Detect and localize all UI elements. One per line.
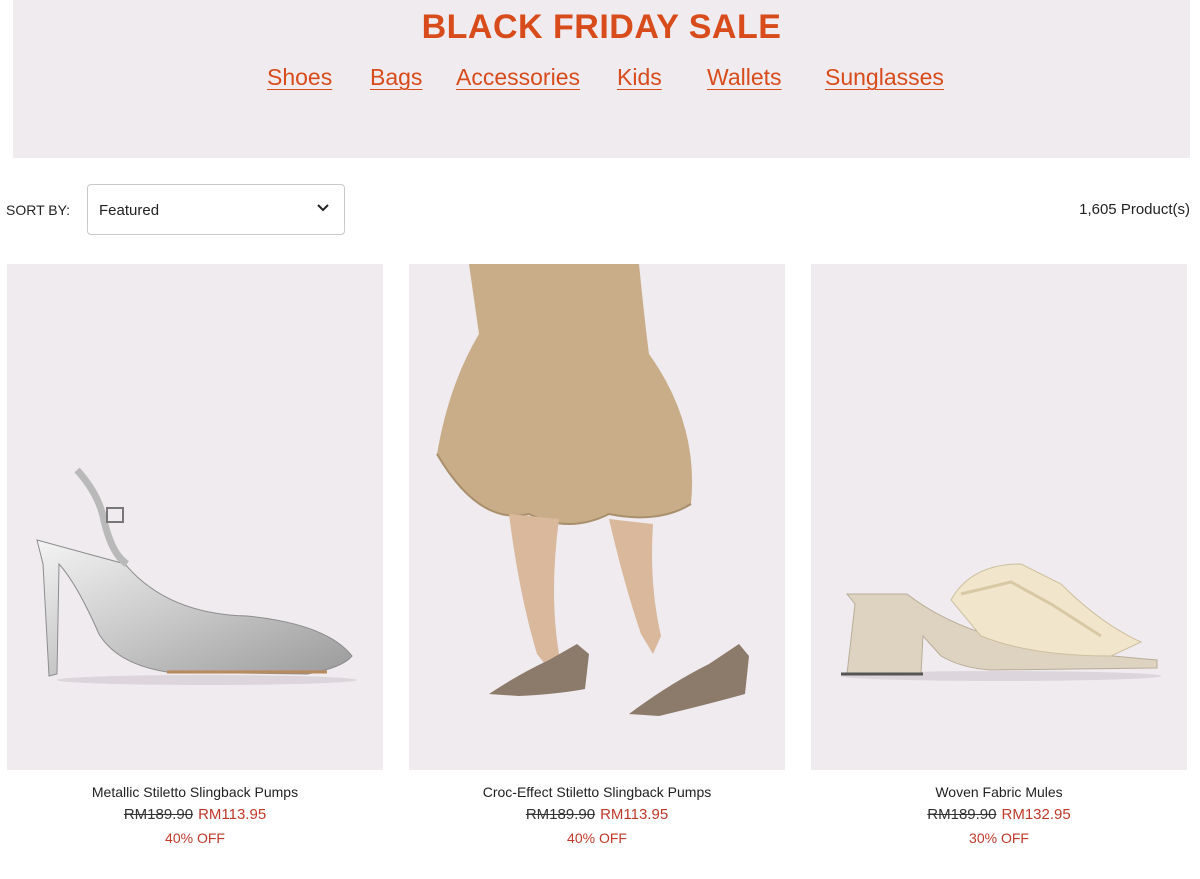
price-row: RM189.90 RM113.95 — [409, 806, 785, 826]
category-nav: Shoes Bags Accessories Kids Wallets Sung… — [13, 64, 1190, 98]
category-link-accessories[interactable]: Accessories — [456, 64, 580, 91]
category-link-shoes[interactable]: Shoes — [267, 64, 332, 91]
original-price: RM189.90 — [525, 806, 596, 823]
product-card[interactable]: Metallic Stiletto Slingback Pumps RM189.… — [7, 264, 383, 846]
sale-banner: BLACK FRIDAY SALE Shoes Bags Accessories… — [13, 0, 1190, 158]
croc-slingback-model-image — [436, 264, 749, 716]
discount-badge: 40% OFF — [165, 830, 225, 846]
sort-selected-value: Featured — [99, 202, 160, 219]
category-link-wallets[interactable]: Wallets — [707, 64, 782, 91]
banner-title: BLACK FRIDAY SALE — [421, 8, 782, 46]
price-row: RM189.90 RM132.95 — [811, 806, 1187, 826]
category-link-bags[interactable]: Bags — [370, 64, 422, 91]
discount-badge: 30% OFF — [969, 830, 1029, 846]
silver-slingback-pump-image — [36, 467, 357, 685]
product-count: 1,605 Product(s) — [1079, 201, 1190, 218]
price-row: RM189.90 RM113.95 — [7, 806, 383, 826]
product-name[interactable]: Woven Fabric Mules — [811, 784, 1187, 802]
sale-price: RM113.95 — [198, 806, 267, 823]
original-price: RM189.90 — [927, 806, 997, 823]
sale-price: RM132.95 — [1001, 806, 1071, 823]
discount-badge: 40% OFF — [567, 830, 627, 846]
product-name[interactable]: Metallic Stiletto Slingback Pumps — [7, 784, 383, 802]
product-image[interactable] — [409, 264, 785, 770]
original-price: RM189.90 — [123, 806, 194, 823]
category-link-kids[interactable]: Kids — [617, 64, 662, 91]
sort-dropdown[interactable]: Featured — [87, 184, 345, 235]
sort-label: SORT BY: — [6, 202, 71, 218]
sale-price: RM113.95 — [600, 806, 669, 823]
product-name[interactable]: Croc-Effect Stiletto Slingback Pumps — [409, 784, 785, 802]
product-card[interactable]: Woven Fabric Mules RM189.90 RM132.95 30% … — [811, 264, 1187, 846]
chevron-down-icon — [317, 204, 329, 212]
product-image[interactable] — [811, 264, 1187, 770]
product-card[interactable]: Croc-Effect Stiletto Slingback Pumps RM1… — [409, 264, 785, 846]
product-image[interactable] — [7, 264, 383, 770]
category-link-sunglasses[interactable]: Sunglasses — [825, 64, 944, 91]
woven-fabric-mule-image — [841, 563, 1161, 681]
